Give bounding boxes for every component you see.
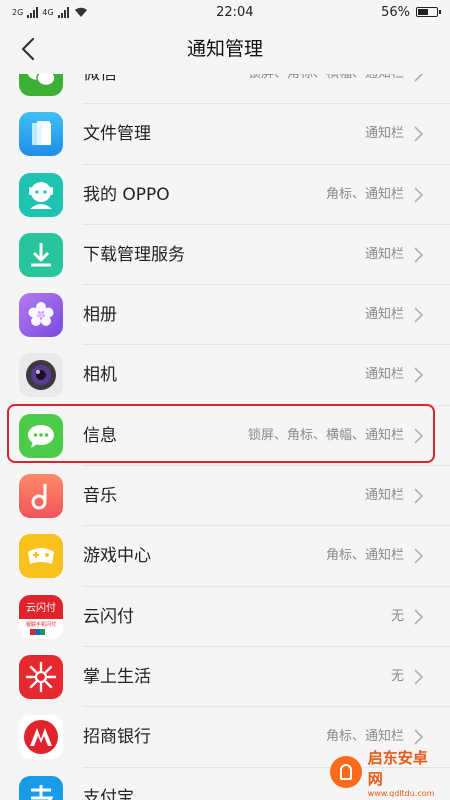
- chevron-right-icon: [414, 428, 424, 444]
- watermark-text: 启东安卓网 www.qdltdu.com: [368, 747, 442, 798]
- my-oppo-icon: [19, 172, 63, 217]
- chevron-right-icon: [414, 74, 424, 82]
- app-row-camera[interactable]: 相机 通知栏: [0, 345, 450, 407]
- chevron-right-icon: [414, 729, 424, 745]
- app-row-download[interactable]: 下载管理服务 通知栏: [0, 225, 450, 286]
- wifi-icon: [74, 7, 87, 17]
- app-notification-value: 角标、通知栏: [325, 548, 404, 564]
- app-row-music[interactable]: 音乐 通知栏: [0, 466, 450, 527]
- chevron-right-icon: [414, 367, 424, 384]
- chevron-right-icon: [414, 187, 424, 203]
- app-name: 下载管理服务: [83, 244, 185, 265]
- chevron-right-icon: [414, 669, 424, 685]
- app-name: 掌上生活: [83, 666, 151, 687]
- app-notification-value: 无: [390, 668, 404, 684]
- app-name: 相册: [83, 305, 117, 326]
- messages-icon: [19, 413, 63, 458]
- app-notification-value: 通知栏: [364, 367, 404, 383]
- app-name: 微信: [83, 74, 117, 84]
- app-row-wechat[interactable]: 微信 锁屏、角标、横幅、通知栏: [0, 74, 450, 105]
- app-notification-value: 通知栏: [364, 246, 404, 262]
- chevron-right-icon: [414, 307, 424, 323]
- signal-indicators: 2G 4G: [12, 6, 89, 18]
- signal-2-label: 4G: [42, 7, 54, 17]
- app-notification-value: 锁屏、角标、横幅、通知栏: [248, 74, 404, 104]
- battery-indicator: 56%: [381, 4, 441, 20]
- unionpay-icon-title: 云闪付: [26, 601, 56, 614]
- app-notification-value: 无: [390, 608, 404, 624]
- signal-2-icon: [57, 6, 69, 18]
- app-name: 招商银行: [83, 727, 151, 748]
- unionpay-icon-subtitle: 银联手机闪付: [26, 621, 56, 628]
- app-row-file-manager[interactable]: 文件管理 通知栏: [0, 104, 450, 165]
- wechat-icon: [19, 74, 63, 96]
- gallery-icon: [19, 293, 63, 338]
- watermark-sub: www.qdltdu.com: [367, 788, 435, 798]
- app-name: 游戏中心: [83, 546, 151, 567]
- watermark-logo-icon: [330, 756, 362, 788]
- app-name: 云闪付: [83, 606, 134, 627]
- camera-icon: [19, 353, 63, 398]
- watermark-main: 启东安卓网: [367, 748, 428, 788]
- chevron-right-icon: [414, 126, 424, 142]
- app-notification-value: 通知栏: [364, 307, 404, 323]
- app-row-gallery[interactable]: 相册 通知栏: [0, 285, 450, 346]
- clock: 22:04: [216, 4, 254, 20]
- back-arrow-icon: [21, 37, 35, 61]
- file-manager-icon: [19, 112, 63, 157]
- unionpay-icon: 云闪付 银联手机闪付: [19, 594, 63, 639]
- signal-1-label: 2G: [12, 7, 24, 17]
- app-row-game-center[interactable]: 游戏中心 角标、通知栏: [0, 526, 450, 587]
- music-icon: [19, 474, 63, 519]
- app-notification-list[interactable]: 微信 锁屏、角标、横幅、通知栏 文件管理 通知栏 我的 OPPO 角标、通知栏 …: [0, 74, 450, 800]
- app-name: 文件管理: [83, 124, 151, 145]
- app-row-messages[interactable]: 信息 锁屏、角标、横幅、通知栏: [0, 406, 450, 467]
- app-name: 相机: [83, 365, 117, 386]
- cmb-icon: [19, 715, 63, 760]
- status-bar: 2G 4G 22:04 56%: [0, 0, 450, 24]
- watermark: 启东安卓网 www.qdltdu.com: [330, 749, 442, 798]
- app-notification-value: 角标、通知栏: [325, 186, 404, 202]
- app-row-my-oppo[interactable]: 我的 OPPO 角标、通知栏: [0, 165, 450, 226]
- signal-1-icon: [27, 6, 39, 18]
- battery-percent: 56%: [381, 4, 410, 20]
- app-name: 支付宝: [83, 787, 134, 800]
- app-row-life[interactable]: 掌上生活 无: [0, 647, 450, 708]
- app-name: 信息: [83, 425, 117, 446]
- chevron-right-icon: [414, 548, 424, 564]
- back-button[interactable]: [12, 32, 46, 66]
- game-center-icon: [19, 534, 63, 579]
- chevron-right-icon: [414, 488, 424, 504]
- alipay-icon: [19, 775, 63, 800]
- download-icon: [19, 232, 63, 277]
- app-notification-value: 通知栏: [364, 488, 404, 504]
- page-title: 通知管理: [186, 38, 263, 60]
- chevron-right-icon: [414, 247, 424, 263]
- app-notification-value: 通知栏: [364, 126, 404, 142]
- battery-icon: [416, 7, 441, 17]
- chevron-right-icon: [414, 609, 424, 625]
- app-row-unionpay[interactable]: 云闪付银联手机闪付 云闪付 无: [0, 587, 450, 648]
- app-name: 音乐: [83, 486, 117, 507]
- app-notification-value: 锁屏、角标、横幅、通知栏: [247, 427, 404, 443]
- life-icon: [19, 654, 63, 699]
- app-name: 我的 OPPO: [83, 184, 170, 205]
- nav-bar: 通知管理: [0, 24, 450, 74]
